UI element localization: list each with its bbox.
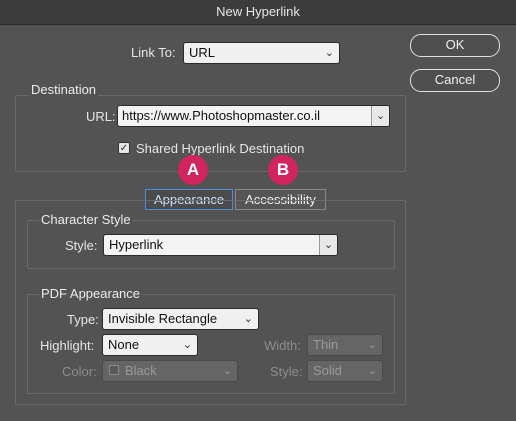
url-field[interactable]: https://www.Photoshopmaster.co.il ⌄ (117, 105, 390, 127)
color-label: Color: (62, 364, 97, 379)
chevron-down-icon: ⌄ (324, 47, 334, 59)
chevron-down-icon: ⌄ (367, 339, 377, 351)
link-to-value: URL (189, 45, 216, 60)
highlight-value: None (108, 337, 140, 352)
window-title-bar: New Hyperlink (0, 0, 516, 25)
shared-destination-label: Shared Hyperlink Destination (136, 141, 305, 156)
width-label: Width: (264, 338, 301, 353)
highlight-dropdown[interactable]: None ⌄ (102, 334, 198, 356)
chevron-down-icon[interactable]: ⌄ (371, 106, 389, 126)
border-style-dropdown[interactable]: Solid ⌄ (307, 360, 383, 382)
shared-destination-checkbox[interactable]: ✓ (118, 142, 130, 154)
link-to-dropdown[interactable]: URL ⌄ (183, 42, 340, 64)
color-value: Black (125, 363, 157, 378)
color-dropdown[interactable]: Black ⌄ (102, 360, 238, 382)
chevron-down-icon: ⌄ (222, 365, 232, 377)
cancel-button[interactable]: Cancel (410, 69, 500, 92)
badge-b: B (268, 155, 298, 185)
style-label: Style: (270, 364, 303, 379)
border-style-value: Solid (313, 363, 342, 378)
chevron-down-icon: ⌄ (367, 365, 377, 377)
cancel-button-label: Cancel (434, 72, 476, 87)
width-value: Thin (313, 337, 339, 352)
width-dropdown[interactable]: Thin ⌄ (307, 334, 383, 356)
link-to-label: Link To: (131, 45, 176, 60)
destination-title: Destination (29, 82, 99, 97)
window-title: New Hyperlink (216, 4, 300, 19)
type-value: Invisible Rectangle (108, 311, 218, 326)
character-style-dropdown[interactable]: Hyperlink ⌄ (103, 234, 338, 256)
type-dropdown[interactable]: Invisible Rectangle ⌄ (102, 308, 259, 330)
chevron-down-icon: ⌄ (182, 339, 192, 351)
character-style-label: Style: (65, 238, 98, 253)
url-value: https://www.Photoshopmaster.co.il (122, 108, 320, 123)
highlight-label: Highlight: (40, 338, 95, 353)
badge-a: A (178, 155, 208, 185)
ok-button[interactable]: OK (410, 34, 500, 57)
character-style-title: Character Style (39, 212, 133, 227)
chevron-down-icon: ⌄ (243, 313, 253, 325)
pdf-appearance-title: PDF Appearance (39, 286, 143, 301)
character-style-value: Hyperlink (109, 237, 164, 252)
chevron-down-icon: ⌄ (319, 235, 337, 255)
color-swatch (109, 365, 119, 375)
url-label: URL: (86, 109, 116, 124)
type-label: Type: (67, 312, 99, 327)
ok-button-label: OK (445, 37, 465, 52)
